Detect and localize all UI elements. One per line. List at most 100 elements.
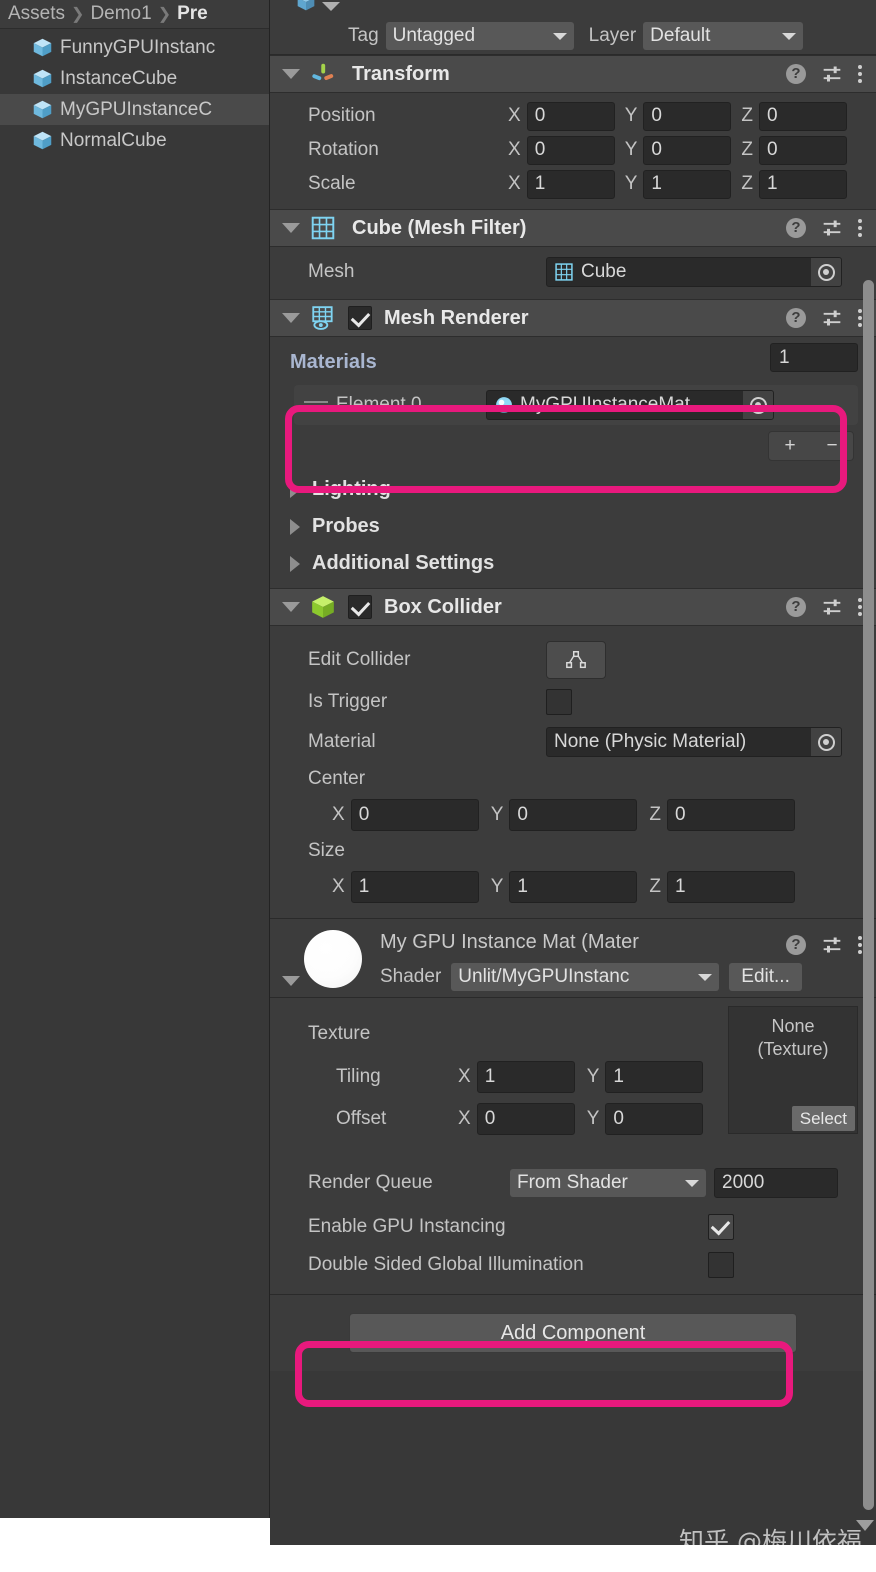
more-options-icon[interactable] — [858, 65, 862, 83]
double-sided-gi-checkbox[interactable] — [708, 1252, 734, 1278]
gpu-instancing-checkbox[interactable] — [708, 1214, 734, 1240]
scale-x-input[interactable]: 1 — [526, 169, 615, 199]
position-z-input[interactable]: 0 — [758, 101, 847, 131]
prefab-cube-icon — [33, 69, 52, 88]
list-item[interactable]: InstanceCube — [0, 63, 269, 94]
scale-z-input[interactable]: 1 — [758, 169, 847, 199]
help-icon[interactable]: ? — [786, 935, 806, 955]
size-z-input[interactable]: 1 — [666, 871, 795, 903]
transform-component-header[interactable]: Transform ? — [270, 55, 876, 93]
layer-label: Layer — [588, 25, 637, 46]
foldout-arrow-icon[interactable] — [282, 223, 300, 233]
foldout-arrow-icon[interactable] — [282, 69, 300, 79]
rotation-z-input[interactable]: 0 — [758, 135, 847, 165]
scale-y-input[interactable]: 1 — [643, 169, 732, 199]
list-item[interactable]: FunnyGPUInstanc — [0, 32, 269, 63]
shader-dropdown[interactable]: Unlit/MyGPUInstanc — [451, 963, 720, 991]
foldout-arrow-icon[interactable] — [290, 555, 300, 572]
help-icon[interactable]: ? — [786, 218, 806, 238]
additional-settings-section[interactable]: Additional Settings — [270, 545, 876, 582]
preset-settings-icon[interactable] — [821, 218, 843, 238]
offset-y-input[interactable]: 0 — [605, 1103, 704, 1135]
offset-x-input[interactable]: 0 — [476, 1103, 575, 1135]
shader-label: Shader — [380, 966, 442, 987]
drag-handle-icon[interactable] — [304, 401, 328, 409]
tiling-y-input[interactable]: 1 — [605, 1061, 704, 1093]
tiling-x-input[interactable]: 1 — [476, 1061, 575, 1093]
box-collider-component-header[interactable]: Box Collider ? — [270, 588, 876, 626]
texture-slot[interactable]: None (Texture) Select — [728, 1006, 858, 1134]
axis-x-label: X — [508, 105, 521, 126]
physic-material-object-field[interactable]: None (Physic Material) — [546, 727, 842, 757]
preset-settings-icon[interactable] — [821, 308, 843, 328]
material-object-field[interactable]: MyGPUInstanceMat — [486, 390, 774, 420]
foldout-arrow-icon[interactable] — [282, 976, 300, 986]
materials-size-input[interactable]: 1 — [770, 343, 858, 372]
materials-header[interactable]: Materials 1 — [270, 343, 876, 377]
render-queue-mode: From Shader — [517, 1172, 628, 1193]
add-component-bar: Add Component — [270, 1294, 876, 1371]
lighting-section[interactable]: Lighting — [270, 471, 876, 508]
tag-dropdown[interactable]: Untagged — [385, 22, 574, 50]
more-options-icon[interactable] — [858, 309, 862, 327]
more-options-icon[interactable] — [858, 219, 862, 237]
add-material-button[interactable]: + — [784, 435, 795, 457]
is-trigger-checkbox[interactable] — [546, 689, 572, 715]
material-element-row[interactable]: Element 0 MyGPUInstanceMat — [294, 385, 858, 425]
mesh-filter-body: Mesh Cube — [270, 247, 876, 299]
breadcrumb-root[interactable]: Assets — [8, 3, 65, 25]
breadcrumb-folder[interactable]: Demo1 — [90, 3, 151, 25]
rotation-x-input[interactable]: 0 — [526, 135, 615, 165]
size-x-input[interactable]: 1 — [350, 871, 479, 903]
preset-settings-icon[interactable] — [821, 64, 843, 84]
gpu-instancing-row: Enable GPU Instancing — [270, 1208, 876, 1246]
axis-y-label: Y — [490, 804, 504, 825]
object-picker-icon[interactable] — [811, 728, 841, 756]
probes-section[interactable]: Probes — [270, 508, 876, 545]
render-queue-dropdown[interactable]: From Shader — [510, 1169, 706, 1197]
position-x-input[interactable]: 0 — [526, 101, 615, 131]
more-options-icon[interactable] — [858, 598, 862, 616]
center-x-input[interactable]: 0 — [350, 799, 479, 831]
foldout-arrow-icon[interactable] — [282, 313, 300, 323]
foldout-arrow-icon[interactable] — [282, 602, 300, 612]
remove-material-button[interactable]: − — [826, 435, 837, 457]
inspector-scrollbar[interactable] — [863, 280, 874, 1510]
chevron-down-icon — [552, 32, 567, 40]
object-picker-icon[interactable] — [743, 391, 773, 419]
preset-settings-icon[interactable] — [821, 597, 843, 617]
center-z-input[interactable]: 0 — [666, 799, 795, 831]
object-picker-icon[interactable] — [811, 258, 841, 286]
breadcrumb-separator-icon: ❯ — [157, 6, 172, 23]
preset-settings-icon[interactable] — [821, 935, 843, 955]
position-y-input[interactable]: 0 — [643, 101, 732, 131]
mesh-object-field[interactable]: Cube — [546, 257, 842, 287]
mesh-filter-component-header[interactable]: Cube (Mesh Filter) ? — [270, 209, 876, 247]
foldout-arrow-icon[interactable] — [290, 518, 300, 535]
edit-shader-button[interactable]: Edit... — [729, 963, 802, 991]
breadcrumb-current[interactable]: Pre — [177, 3, 208, 25]
prefab-cube-icon — [33, 131, 52, 150]
list-item-selected[interactable]: MyGPUInstanceC — [0, 94, 269, 125]
chevron-down-icon[interactable] — [322, 2, 340, 11]
rotation-y-input[interactable]: 0 — [643, 135, 732, 165]
help-icon[interactable]: ? — [786, 308, 806, 328]
foldout-arrow-icon[interactable] — [290, 481, 300, 498]
help-icon[interactable]: ? — [786, 64, 806, 84]
mesh-renderer-component-header[interactable]: Mesh Renderer ? — [270, 299, 876, 337]
center-y-input[interactable]: 0 — [509, 799, 638, 831]
texture-select-button[interactable]: Select — [791, 1105, 855, 1131]
list-item[interactable]: NormalCube — [0, 125, 269, 156]
help-icon[interactable]: ? — [786, 597, 806, 617]
element-label: Element 0 — [336, 394, 422, 415]
mesh-renderer-enabled-checkbox[interactable] — [348, 306, 372, 330]
box-collider-enabled-checkbox[interactable] — [348, 595, 372, 619]
breadcrumb[interactable]: Assets ❯ Demo1 ❯ Pre — [0, 0, 269, 29]
size-y-input[interactable]: 1 — [509, 871, 638, 903]
render-queue-value-input[interactable]: 2000 — [714, 1168, 838, 1198]
offset-label: Offset — [336, 1108, 387, 1129]
layer-dropdown[interactable]: Default — [643, 22, 804, 50]
more-options-icon[interactable] — [858, 936, 862, 954]
add-component-button[interactable]: Add Component — [349, 1313, 797, 1353]
edit-collider-button[interactable] — [546, 641, 606, 679]
